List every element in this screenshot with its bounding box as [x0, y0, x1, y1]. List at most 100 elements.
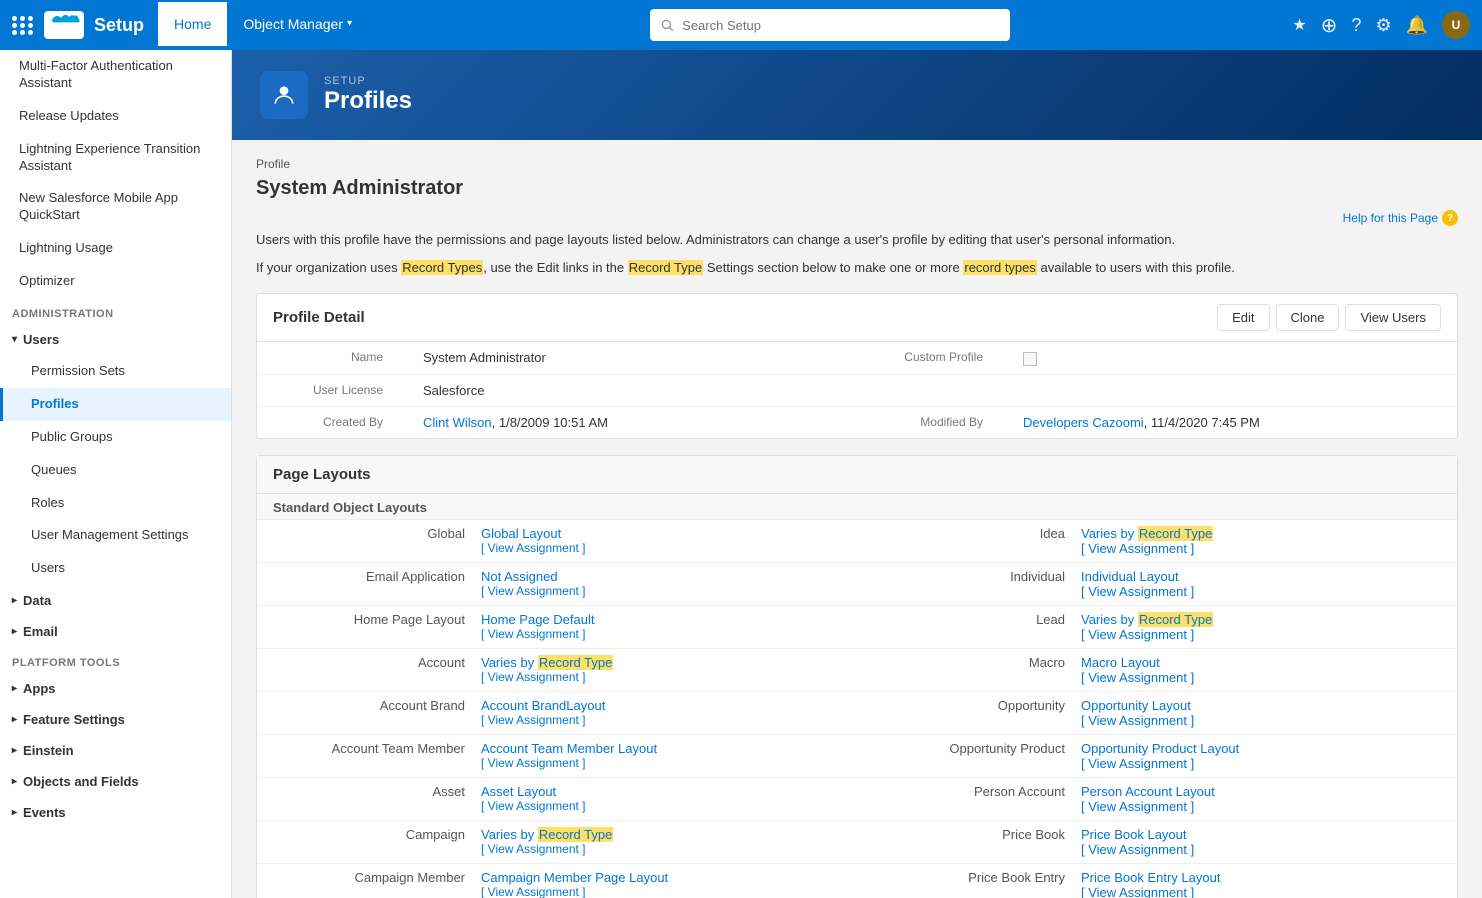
sidebar-item-lightning-usage[interactable]: Lightning Usage — [0, 232, 231, 265]
idea-varies: Varies by Record Type — [1081, 526, 1213, 541]
sidebar-expand-objects-fields[interactable]: ▾ Objects and Fields — [0, 766, 231, 797]
modified-by-label: Modified By — [873, 415, 983, 430]
opportunity-layout-link[interactable]: Opportunity Layout — [1081, 698, 1449, 713]
detail-cell-modified: Modified By Developers Cazoomi, 11/4/202… — [857, 407, 1457, 438]
view-users-button[interactable]: View Users — [1345, 304, 1441, 331]
global-layout-link[interactable]: Global Layout — [481, 526, 849, 541]
sidebar-item-profiles[interactable]: Profiles — [0, 388, 231, 421]
favorites-icon[interactable]: ★ — [1292, 15, 1306, 35]
table-row: Account Brand Account BrandLayout [ View… — [257, 691, 1457, 734]
table-row: Account Team Member Account Team Member … — [257, 734, 1457, 777]
sidebar-item-optimizer[interactable]: Optimizer — [0, 265, 231, 298]
profile-type-label: Profile — [256, 156, 1458, 171]
home-page-default-link[interactable]: Home Page Default — [481, 612, 849, 627]
sidebar-item-user-mgmt[interactable]: User Management Settings — [0, 519, 231, 552]
sidebar-expand-apps[interactable]: ▾ Apps — [0, 673, 231, 704]
macro-layout-link[interactable]: Macro Layout — [1081, 655, 1449, 670]
clone-button[interactable]: Clone — [1276, 304, 1340, 331]
sidebar-expand-feature-settings[interactable]: ▾ Feature Settings — [0, 704, 231, 735]
email-view-assignment-link[interactable]: [ View Assignment ] — [481, 584, 849, 598]
edit-button[interactable]: Edit — [1217, 304, 1269, 331]
sidebar-item-permission-sets[interactable]: Permission Sets — [0, 355, 231, 388]
account-brand-layout-link[interactable]: Account BrandLayout — [481, 698, 849, 713]
campaign-view-assignment-link[interactable]: [ View Assignment ] — [481, 842, 849, 856]
add-icon[interactable]: ⊕ — [1321, 13, 1338, 38]
sidebar-public-groups-label: Public Groups — [31, 429, 113, 446]
sidebar-expand-users[interactable]: ▾ Users — [0, 324, 231, 355]
price-book-layout-link[interactable]: Price Book Layout — [1081, 827, 1449, 842]
sidebar-expand-events[interactable]: ▾ Events — [0, 797, 231, 828]
asset-view-assignment-link[interactable]: [ View Assignment ] — [481, 799, 849, 813]
asset-layout-link[interactable]: Asset Layout — [481, 784, 849, 799]
layout-value-campaign-member: Campaign Member Page Layout [ View Assig… — [473, 863, 857, 898]
sidebar-item-queues[interactable]: Queues — [0, 454, 231, 487]
lead-view-assignment-link[interactable]: [ View Assignment ] — [1081, 627, 1449, 642]
layout-label-campaign: Campaign — [257, 820, 473, 863]
price-book-entry-layout-link[interactable]: Price Book Entry Layout — [1081, 870, 1449, 885]
chevron-events-icon: ▾ — [9, 810, 20, 815]
sidebar-item-public-groups[interactable]: Public Groups — [0, 421, 231, 454]
created-by-link[interactable]: Clint Wilson — [423, 415, 492, 430]
layout-value-campaign: Varies by Record Type [ View Assignment … — [473, 820, 857, 863]
sidebar-item-mfa[interactable]: Multi-Factor Authentication Assistant — [0, 50, 231, 100]
page-layouts-header: Page Layouts — [257, 456, 1457, 494]
help-for-page-link[interactable]: Help for this Page ? — [1343, 210, 1458, 226]
sidebar-objects-fields-label: Objects and Fields — [23, 774, 139, 789]
sidebar-item-release-updates[interactable]: Release Updates — [0, 100, 231, 133]
account-team-layout-link[interactable]: Account Team Member Layout — [481, 741, 849, 756]
account-brand-view-assignment-link[interactable]: [ View Assignment ] — [481, 713, 849, 727]
opportunity-view-assignment-link[interactable]: [ View Assignment ] — [1081, 713, 1449, 728]
detail-row-created: Created By Clint Wilson, 1/8/2009 10:51 … — [257, 407, 1457, 438]
main-content-area: SETUP Profiles Profile System Administra… — [232, 50, 1482, 898]
layout-label-campaign-member: Campaign Member — [257, 863, 473, 898]
tab-home[interactable]: Home — [158, 2, 227, 49]
profile-description-2: If your organization uses Record Types, … — [256, 258, 1458, 278]
sidebar-expand-email[interactable]: ▾ Email — [0, 616, 231, 647]
salesforce-logo — [44, 11, 84, 39]
settings-icon[interactable]: ⚙ — [1375, 15, 1391, 36]
macro-view-assignment-link[interactable]: [ View Assignment ] — [1081, 670, 1449, 685]
campaign-member-layout-link[interactable]: Campaign Member Page Layout — [481, 870, 849, 885]
sidebar-users-label: Users — [31, 560, 65, 577]
user-avatar[interactable]: U — [1442, 11, 1470, 39]
idea-view-assignment-link[interactable]: [ View Assignment ] — [1081, 541, 1449, 556]
email-not-assigned: Not Assigned — [481, 569, 558, 584]
account-team-view-assignment-link[interactable]: [ View Assignment ] — [481, 756, 849, 770]
layout-value-account-brand: Account BrandLayout [ View Assignment ] — [473, 691, 857, 734]
layout-label-price-book-entry: Price Book Entry — [857, 863, 1073, 898]
custom-profile-checkbox — [1023, 352, 1037, 366]
campaign-member-view-assignment-link[interactable]: [ View Assignment ] — [481, 885, 849, 898]
sidebar-item-users[interactable]: Users — [0, 552, 231, 585]
individual-layout-link[interactable]: Individual Layout — [1081, 569, 1449, 584]
account-view-assignment-link[interactable]: [ View Assignment ] — [481, 670, 849, 684]
sidebar-feature-settings-label: Feature Settings — [23, 712, 125, 727]
layout-label-idea: Idea — [857, 520, 1073, 563]
notifications-icon[interactable]: 🔔 — [1406, 15, 1428, 36]
detail-cell-license: User License Salesforce — [257, 375, 857, 406]
person-account-view-assignment-link[interactable]: [ View Assignment ] — [1081, 799, 1449, 814]
sidebar-item-mfa-label: Multi-Factor Authentication Assistant — [19, 58, 219, 92]
tab-object-manager[interactable]: Object Manager ▾ — [227, 2, 368, 49]
sidebar-expand-einstein[interactable]: ▾ Einstein — [0, 735, 231, 766]
modified-by-link[interactable]: Developers Cazoomi — [1023, 415, 1144, 430]
global-view-assignment-link[interactable]: [ View Assignment ] — [481, 541, 849, 555]
chevron-apps-icon: ▾ — [9, 686, 20, 691]
app-launcher-icon[interactable] — [12, 16, 34, 35]
help-icon[interactable]: ? — [1351, 15, 1361, 36]
name-label: Name — [273, 350, 383, 366]
individual-view-assignment-link[interactable]: [ View Assignment ] — [1081, 584, 1449, 599]
price-book-entry-view-assignment-link[interactable]: [ View Assignment ] — [1081, 885, 1449, 898]
sidebar-item-roles[interactable]: Roles — [0, 487, 231, 520]
record-type-highlight-2: Record Type — [628, 260, 703, 275]
search-input[interactable] — [650, 9, 1010, 41]
home-page-view-assignment-link[interactable]: [ View Assignment ] — [481, 627, 849, 641]
layout-label-asset: Asset — [257, 777, 473, 820]
opp-product-layout-link[interactable]: Opportunity Product Layout — [1081, 741, 1449, 756]
person-account-layout-link[interactable]: Person Account Layout — [1081, 784, 1449, 799]
sidebar-item-mobile-quickstart[interactable]: New Salesforce Mobile App QuickStart — [0, 182, 231, 232]
sidebar-expand-data[interactable]: ▾ Data — [0, 585, 231, 616]
chevron-feature-settings-icon: ▾ — [9, 717, 20, 722]
price-book-view-assignment-link[interactable]: [ View Assignment ] — [1081, 842, 1449, 857]
sidebar-item-lightning-transition[interactable]: Lightning Experience Transition Assistan… — [0, 133, 231, 183]
opp-product-view-assignment-link[interactable]: [ View Assignment ] — [1081, 756, 1449, 771]
